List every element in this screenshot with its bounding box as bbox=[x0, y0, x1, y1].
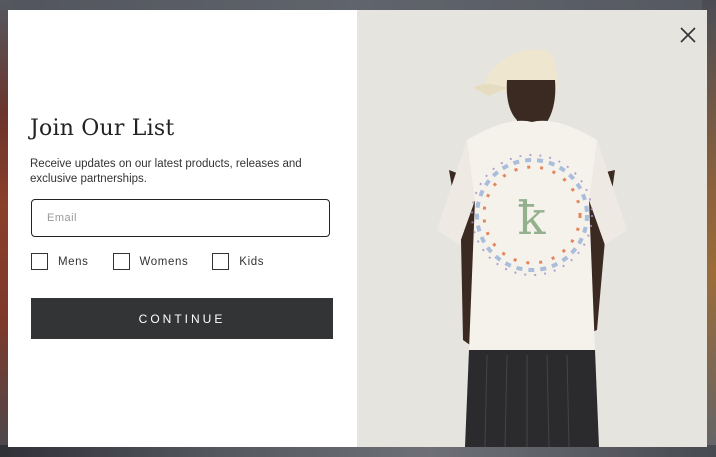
model-photo: ꝁ bbox=[357, 10, 707, 447]
checkbox-mens[interactable]: Mens bbox=[31, 253, 89, 270]
promo-image: ꝁ bbox=[357, 10, 707, 447]
continue-button[interactable]: CONTINUE bbox=[31, 298, 333, 339]
checkbox-kids[interactable]: Kids bbox=[212, 253, 264, 270]
email-input[interactable] bbox=[31, 199, 330, 237]
preference-checkboxes: Mens Womens Kids bbox=[31, 253, 288, 270]
popup-title: Join Our List bbox=[30, 116, 175, 141]
newsletter-modal: Join Our List Receive updates on our lat… bbox=[8, 10, 707, 447]
checkbox-label: Mens bbox=[58, 255, 89, 268]
checkbox-label: Kids bbox=[239, 255, 265, 268]
checkbox-label: Womens bbox=[139, 255, 189, 268]
checkbox-box[interactable] bbox=[212, 253, 230, 270]
popup-subtitle: Receive updates on our latest products, … bbox=[30, 158, 302, 185]
checkbox-box[interactable] bbox=[31, 253, 48, 270]
svg-text:ꝁ: ꝁ bbox=[518, 191, 547, 245]
checkbox-womens[interactable]: Womens bbox=[112, 253, 189, 270]
checkbox-box[interactable] bbox=[112, 253, 130, 270]
close-icon[interactable] bbox=[677, 24, 699, 46]
signup-form: Join Our List Receive updates on our lat… bbox=[8, 10, 357, 447]
